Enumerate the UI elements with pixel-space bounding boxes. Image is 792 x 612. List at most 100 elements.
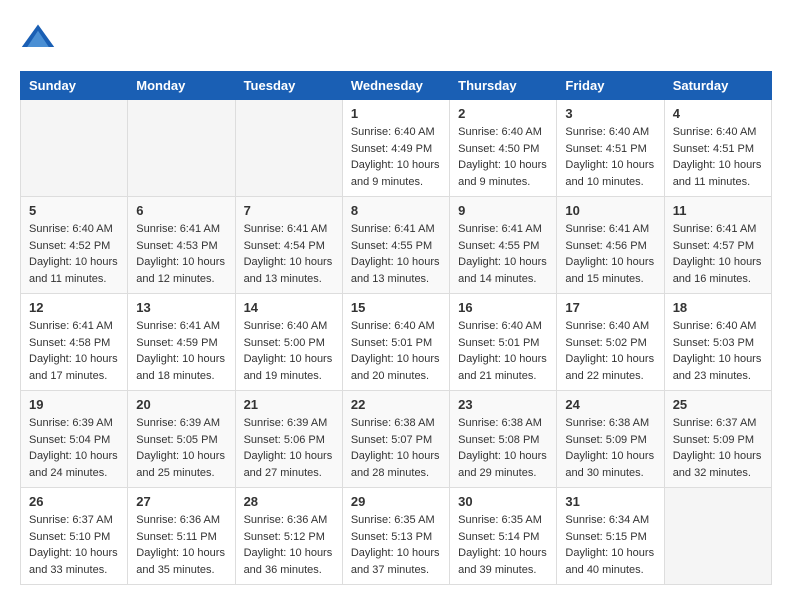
calendar-cell: 20 Sunrise: 6:39 AM Sunset: 5:05 PM Dayl… [128, 391, 235, 488]
calendar-header: SundayMondayTuesdayWednesdayThursdayFrid… [21, 72, 772, 100]
sunset: Sunset: 5:02 PM [565, 337, 646, 349]
day-info: Sunrise: 6:35 AM Sunset: 5:13 PM Dayligh… [351, 512, 441, 578]
day-info: Sunrise: 6:34 AM Sunset: 5:15 PM Dayligh… [565, 512, 655, 578]
day-number: 10 [565, 203, 655, 218]
sunset: Sunset: 5:14 PM [458, 531, 539, 543]
sunrise: Sunrise: 6:37 AM [29, 514, 113, 526]
sunrise: Sunrise: 6:40 AM [565, 320, 649, 332]
day-number: 14 [244, 300, 334, 315]
day-info: Sunrise: 6:41 AM Sunset: 4:55 PM Dayligh… [351, 221, 441, 287]
day-info: Sunrise: 6:38 AM Sunset: 5:09 PM Dayligh… [565, 415, 655, 481]
sunrise: Sunrise: 6:41 AM [565, 223, 649, 235]
day-info: Sunrise: 6:41 AM Sunset: 4:56 PM Dayligh… [565, 221, 655, 287]
daylight: Daylight: 10 hours and 40 minutes. [565, 547, 654, 576]
sunset: Sunset: 5:10 PM [29, 531, 110, 543]
sunrise: Sunrise: 6:39 AM [244, 417, 328, 429]
day-info: Sunrise: 6:40 AM Sunset: 5:01 PM Dayligh… [351, 318, 441, 384]
calendar-cell: 29 Sunrise: 6:35 AM Sunset: 5:13 PM Dayl… [342, 488, 449, 585]
sunrise: Sunrise: 6:34 AM [565, 514, 649, 526]
weekday-header-monday: Monday [128, 72, 235, 100]
sunset: Sunset: 4:57 PM [673, 240, 754, 252]
day-number: 15 [351, 300, 441, 315]
day-info: Sunrise: 6:41 AM Sunset: 4:59 PM Dayligh… [136, 318, 226, 384]
logo-icon [20, 20, 56, 56]
sunrise: Sunrise: 6:41 AM [351, 223, 435, 235]
day-number: 5 [29, 203, 119, 218]
calendar-week-3: 19 Sunrise: 6:39 AM Sunset: 5:04 PM Dayl… [21, 391, 772, 488]
sunrise: Sunrise: 6:41 AM [244, 223, 328, 235]
sunrise: Sunrise: 6:40 AM [458, 320, 542, 332]
daylight: Daylight: 10 hours and 33 minutes. [29, 547, 118, 576]
sunset: Sunset: 4:55 PM [351, 240, 432, 252]
calendar-week-2: 12 Sunrise: 6:41 AM Sunset: 4:58 PM Dayl… [21, 294, 772, 391]
daylight: Daylight: 10 hours and 24 minutes. [29, 450, 118, 479]
calendar-table: SundayMondayTuesdayWednesdayThursdayFrid… [20, 71, 772, 585]
sunset: Sunset: 4:52 PM [29, 240, 110, 252]
sunrise: Sunrise: 6:40 AM [565, 126, 649, 138]
day-number: 26 [29, 494, 119, 509]
calendar-cell: 9 Sunrise: 6:41 AM Sunset: 4:55 PM Dayli… [450, 197, 557, 294]
day-info: Sunrise: 6:41 AM Sunset: 4:57 PM Dayligh… [673, 221, 763, 287]
day-info: Sunrise: 6:40 AM Sunset: 5:00 PM Dayligh… [244, 318, 334, 384]
day-number: 29 [351, 494, 441, 509]
sunrise: Sunrise: 6:40 AM [351, 126, 435, 138]
day-number: 17 [565, 300, 655, 315]
day-info: Sunrise: 6:41 AM Sunset: 4:55 PM Dayligh… [458, 221, 548, 287]
sunrise: Sunrise: 6:40 AM [244, 320, 328, 332]
day-number: 23 [458, 397, 548, 412]
daylight: Daylight: 10 hours and 28 minutes. [351, 450, 440, 479]
weekday-header-row: SundayMondayTuesdayWednesdayThursdayFrid… [21, 72, 772, 100]
daylight: Daylight: 10 hours and 11 minutes. [673, 159, 762, 188]
day-number: 25 [673, 397, 763, 412]
calendar-cell: 21 Sunrise: 6:39 AM Sunset: 5:06 PM Dayl… [235, 391, 342, 488]
daylight: Daylight: 10 hours and 18 minutes. [136, 353, 225, 382]
day-info: Sunrise: 6:41 AM Sunset: 4:53 PM Dayligh… [136, 221, 226, 287]
page-header [20, 20, 772, 56]
day-info: Sunrise: 6:35 AM Sunset: 5:14 PM Dayligh… [458, 512, 548, 578]
sunset: Sunset: 4:56 PM [565, 240, 646, 252]
daylight: Daylight: 10 hours and 39 minutes. [458, 547, 547, 576]
daylight: Daylight: 10 hours and 22 minutes. [565, 353, 654, 382]
calendar-cell: 28 Sunrise: 6:36 AM Sunset: 5:12 PM Dayl… [235, 488, 342, 585]
sunrise: Sunrise: 6:41 AM [136, 320, 220, 332]
calendar-cell: 30 Sunrise: 6:35 AM Sunset: 5:14 PM Dayl… [450, 488, 557, 585]
daylight: Daylight: 10 hours and 30 minutes. [565, 450, 654, 479]
sunrise: Sunrise: 6:39 AM [136, 417, 220, 429]
calendar-cell: 26 Sunrise: 6:37 AM Sunset: 5:10 PM Dayl… [21, 488, 128, 585]
calendar-cell: 14 Sunrise: 6:40 AM Sunset: 5:00 PM Dayl… [235, 294, 342, 391]
calendar-week-4: 26 Sunrise: 6:37 AM Sunset: 5:10 PM Dayl… [21, 488, 772, 585]
sunrise: Sunrise: 6:39 AM [29, 417, 113, 429]
daylight: Daylight: 10 hours and 14 minutes. [458, 256, 547, 285]
day-info: Sunrise: 6:41 AM Sunset: 4:58 PM Dayligh… [29, 318, 119, 384]
sunrise: Sunrise: 6:38 AM [351, 417, 435, 429]
day-info: Sunrise: 6:40 AM Sunset: 5:03 PM Dayligh… [673, 318, 763, 384]
day-number: 27 [136, 494, 226, 509]
calendar-cell: 18 Sunrise: 6:40 AM Sunset: 5:03 PM Dayl… [664, 294, 771, 391]
day-info: Sunrise: 6:40 AM Sunset: 4:51 PM Dayligh… [565, 124, 655, 190]
sunset: Sunset: 4:54 PM [244, 240, 325, 252]
day-number: 2 [458, 106, 548, 121]
day-info: Sunrise: 6:40 AM Sunset: 4:51 PM Dayligh… [673, 124, 763, 190]
daylight: Daylight: 10 hours and 25 minutes. [136, 450, 225, 479]
calendar-cell: 10 Sunrise: 6:41 AM Sunset: 4:56 PM Dayl… [557, 197, 664, 294]
day-number: 21 [244, 397, 334, 412]
day-info: Sunrise: 6:37 AM Sunset: 5:10 PM Dayligh… [29, 512, 119, 578]
calendar-cell: 22 Sunrise: 6:38 AM Sunset: 5:07 PM Dayl… [342, 391, 449, 488]
day-info: Sunrise: 6:39 AM Sunset: 5:06 PM Dayligh… [244, 415, 334, 481]
day-info: Sunrise: 6:41 AM Sunset: 4:54 PM Dayligh… [244, 221, 334, 287]
day-number: 13 [136, 300, 226, 315]
daylight: Daylight: 10 hours and 15 minutes. [565, 256, 654, 285]
day-info: Sunrise: 6:40 AM Sunset: 5:02 PM Dayligh… [565, 318, 655, 384]
weekday-header-saturday: Saturday [664, 72, 771, 100]
day-info: Sunrise: 6:36 AM Sunset: 5:11 PM Dayligh… [136, 512, 226, 578]
day-number: 24 [565, 397, 655, 412]
daylight: Daylight: 10 hours and 36 minutes. [244, 547, 333, 576]
sunset: Sunset: 4:55 PM [458, 240, 539, 252]
calendar-cell: 11 Sunrise: 6:41 AM Sunset: 4:57 PM Dayl… [664, 197, 771, 294]
sunrise: Sunrise: 6:38 AM [565, 417, 649, 429]
sunrise: Sunrise: 6:35 AM [351, 514, 435, 526]
daylight: Daylight: 10 hours and 17 minutes. [29, 353, 118, 382]
day-info: Sunrise: 6:40 AM Sunset: 4:50 PM Dayligh… [458, 124, 548, 190]
daylight: Daylight: 10 hours and 29 minutes. [458, 450, 547, 479]
calendar-cell: 15 Sunrise: 6:40 AM Sunset: 5:01 PM Dayl… [342, 294, 449, 391]
